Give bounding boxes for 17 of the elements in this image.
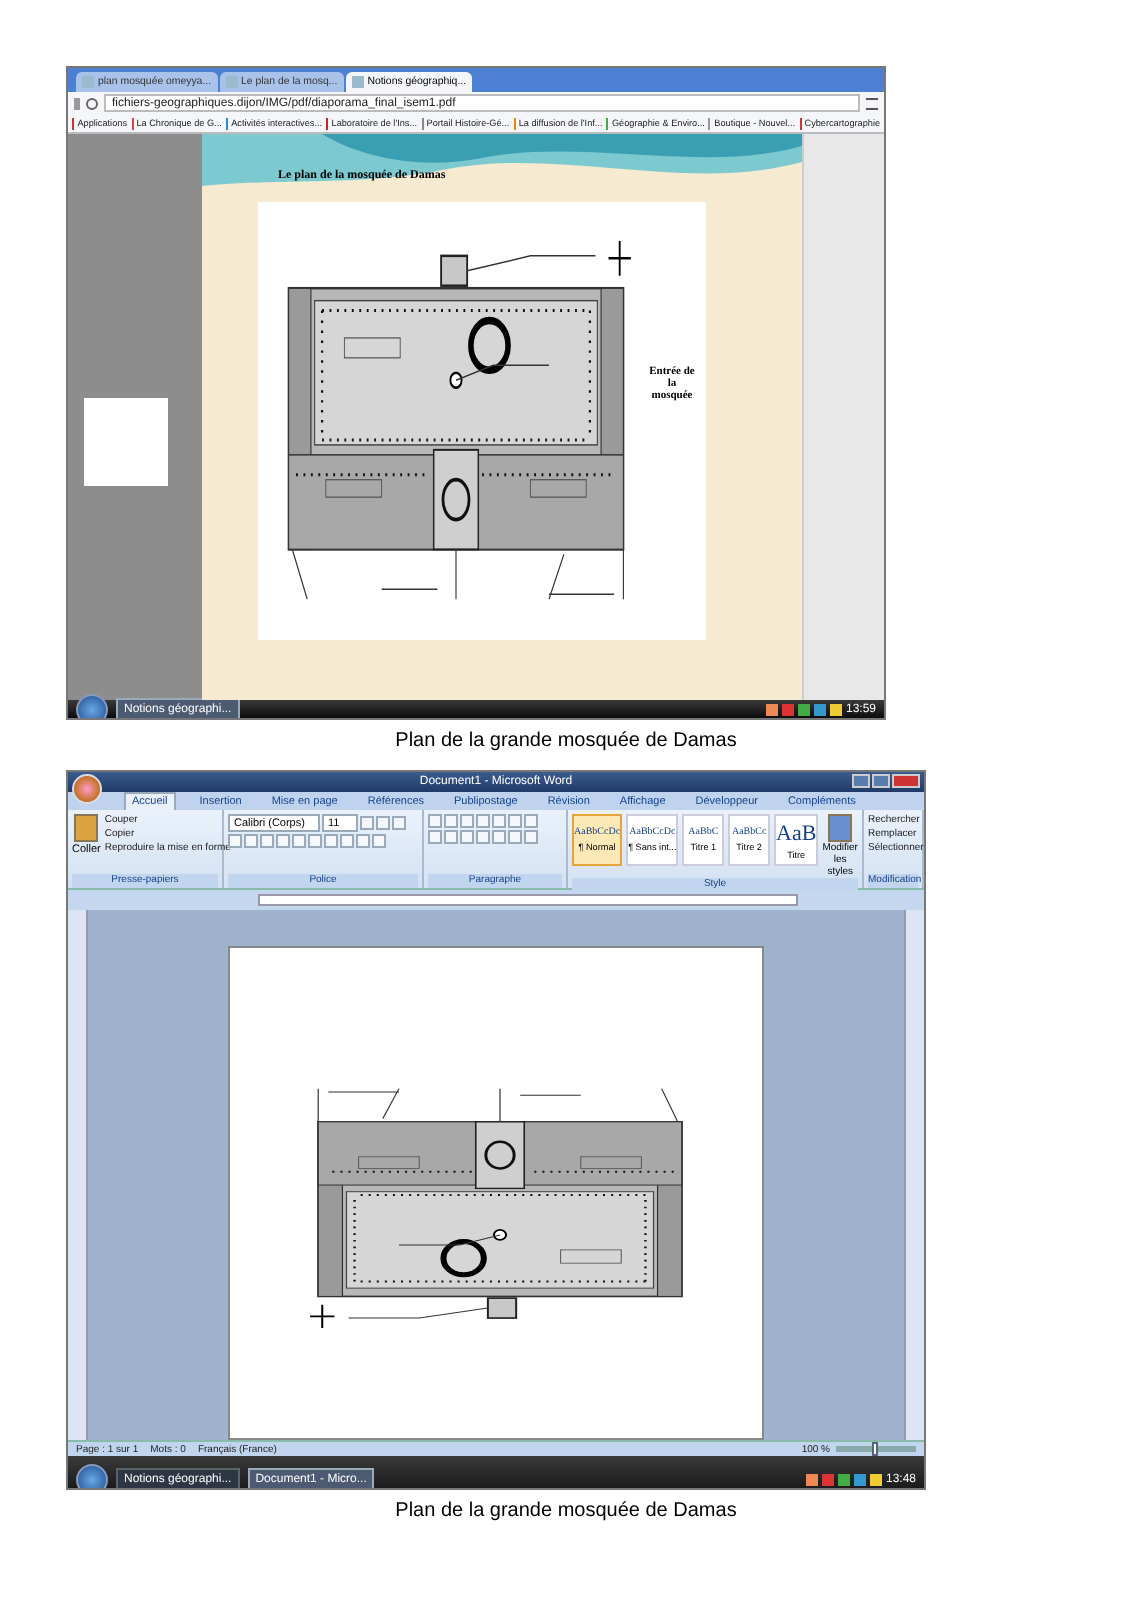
figure-caption: Plan de la grande mosquée de Damas [395,730,737,752]
page-icon [351,76,364,88]
start-button[interactable] [76,1464,108,1488]
scrollbar[interactable] [802,134,884,700]
scrollbar[interactable] [904,910,924,1440]
office-button[interactable] [72,774,102,804]
page-icon [225,76,238,88]
reload-icon[interactable] [86,97,98,109]
blank-panel [84,398,168,486]
slider-thumb[interactable] [872,1442,878,1456]
page-icon [82,76,94,88]
maximize-button[interactable] [872,774,890,788]
minimize-button[interactable] [852,774,870,788]
figure-caption: Plan de la grande mosquée de Damas [395,1500,737,1522]
zoom-slider[interactable] [836,1446,916,1452]
close-button[interactable] [892,774,920,788]
menu-icon[interactable] [866,97,878,109]
